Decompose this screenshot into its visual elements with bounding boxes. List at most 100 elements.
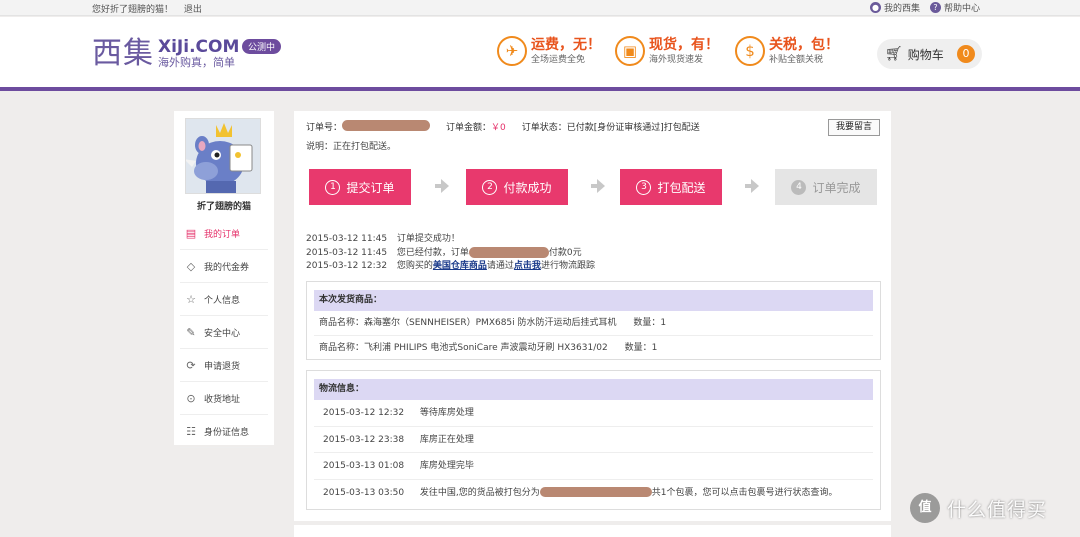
promo-title: 关税，包！ [769, 36, 839, 53]
product-quantity: 数量：1 [633, 318, 667, 328]
log-text: 订单提交成功！ [396, 234, 460, 244]
watermark: 值 什么值得买 [910, 493, 1047, 523]
log-text: 进行物流跟踪 [540, 261, 595, 271]
sidebar-item-my-orders[interactable]: ▤ 我的订单 [180, 217, 268, 250]
us-warehouse-link[interactable]: 美国仓库商品 [433, 261, 487, 271]
step-number: 2 [482, 179, 498, 195]
logistics-time: 2015-03-13 01:08 [323, 461, 405, 471]
logistics-row: 2015-03-12 23:38 库房正在处理 [314, 427, 873, 453]
id-card-icon: ☷ [186, 424, 196, 438]
shipment-title: 本次发货商品： [314, 290, 873, 311]
site-header: 西集 XiJi.COM 海外购真，简单 公测中 ✈ 运费，无！ 全场运费全免 ▣… [0, 17, 1080, 91]
my-xiji-link[interactable]: ● 我的西集 [869, 1, 920, 14]
logo-slogan: 海外购真，简单 [158, 56, 235, 69]
arrow-right-icon [745, 179, 759, 193]
document-icon: ▤ [185, 226, 197, 240]
site-logo[interactable]: 西集 XiJi.COM 海外购真，简单 公测中 [92, 36, 282, 71]
logistics-text: 等待库房处理 [419, 408, 474, 418]
sidebar-item-label: 我的代金券 [204, 262, 250, 273]
step-label: 订单完成 [812, 180, 861, 195]
sidebar-item-label: 个人信息 [204, 295, 241, 306]
log-line: 2015-03-12 11:45 订单提交成功！ [306, 233, 595, 247]
logistics-text: 发往中国,您的货品被打包分为 [419, 487, 540, 498]
order-number-label: 订单号： [306, 123, 343, 133]
logistics-time: 2015-03-12 23:38 [323, 434, 405, 445]
promo-free-shipping: ✈ 运费，无！ 全场运费全免 [497, 36, 601, 66]
location-pin-icon: ⊙ [186, 391, 196, 405]
help-link[interactable]: ? 帮助中心 [929, 1, 980, 14]
promo-title: 运费，无！ [531, 36, 601, 53]
logistics-text: 共1个包裹，您可以点击包裹号进行状态查询。 [651, 487, 838, 498]
log-text: 请通过 [486, 261, 514, 271]
order-note: 说明：正在打包配送。 [306, 142, 397, 152]
sidebar-item-address[interactable]: ⊙ 收货地址 [180, 382, 268, 415]
my-xiji-label: 我的西集 [883, 4, 920, 14]
greeting-text: 您好折了翅膀的猫！ [92, 5, 174, 15]
gift-box-icon: ▣ [615, 36, 645, 66]
avatar[interactable] [185, 118, 261, 194]
username: 折了翅膀的猫 [196, 202, 251, 212]
log-text: 您已经付款，订单 [396, 247, 469, 258]
leave-message-button[interactable]: 我要留言 [828, 119, 880, 136]
order-history-log: 2015-03-12 11:45 订单提交成功！ 2015-03-12 11:4… [306, 233, 595, 274]
shipment-item-row: 商品名称：森海塞尔（SENNHEISER）PMX685i 防水防汗运动后挂式耳机… [314, 311, 873, 336]
promo-sub: 全场运费全免 [531, 54, 586, 65]
log-line: 2015-03-12 12:32 您购买的美国仓库商品请通过点击我进行物流跟踪 [306, 260, 595, 274]
step-order-complete: 4 订单完成 [775, 169, 877, 205]
tag-icon: ◇ [186, 259, 196, 273]
promo-sub: 补贴全额关税 [769, 54, 824, 65]
beta-badge: 公测中 [242, 39, 282, 54]
shipment-item-row: 商品名称：飞利浦 PHILIPS 电池式SoniCare 声波震动牙刷 HX36… [314, 336, 873, 361]
sidebar-item-security[interactable]: ✎ 安全中心 [180, 316, 268, 349]
log-time: 2015-03-12 11:45 [306, 247, 388, 258]
step-number: 1 [325, 179, 341, 195]
star-icon: ☆ [186, 292, 196, 306]
sidebar-item-vouchers[interactable]: ◇ 我的代金券 [180, 250, 268, 283]
logistics-box: 物流信息： 2015-03-12 12:32 等待库房处理 2015-03-12… [306, 370, 881, 510]
order-amount-label: 订单金额： [446, 123, 492, 133]
sidebar-menu: ▤ 我的订单 ◇ 我的代金券 ☆ 个人信息 ✎ 安全中心 ⟳ 申请退货 ⊙ 收货… [180, 217, 268, 448]
logistics-text: 库房处理完毕 [419, 461, 474, 471]
next-panel-edge [294, 525, 891, 537]
step-packing-shipping: 3 打包配送 [620, 169, 722, 205]
sidebar-item-returns[interactable]: ⟳ 申请退货 [180, 349, 268, 382]
promo-in-stock: ▣ 现货，有！ 海外现货速发 [615, 36, 719, 66]
log-time: 2015-03-12 12:32 [306, 261, 388, 271]
order-status-value: 已付款[身份证审核通过]打包配送 [566, 123, 700, 133]
sidebar-item-personal-info[interactable]: ☆ 个人信息 [180, 283, 268, 316]
arrow-right-icon [591, 179, 605, 193]
log-time: 2015-03-12 11:45 [306, 234, 388, 244]
order-amount-value: ￥0 [491, 123, 506, 133]
arrow-right-icon [435, 179, 449, 193]
order-progress-steps: 1 提交订单 2 付款成功 3 打包配送 4 订单完成 [309, 169, 879, 205]
redacted-order-number [468, 246, 549, 258]
sidebar-item-id-card[interactable]: ☷ 身份证信息 [180, 415, 268, 448]
sidebar-item-label: 收货地址 [204, 394, 241, 405]
refresh-icon: ⟳ [186, 358, 196, 372]
logistics-row: 2015-03-13 03:50 发往中国,您的货品被打包分为 共1个包裹，您可以… [314, 480, 873, 507]
sidebar-item-label: 申请退货 [204, 361, 241, 372]
order-detail-panel: 订单号： 订单金额： ￥0 订单状态： 已付款[身份证审核通过]打包配送 我要留… [294, 111, 891, 521]
sidebar-item-label: 安全中心 [204, 328, 241, 339]
watermark-badge: 值 [910, 493, 940, 523]
order-status-label: 订单状态： [521, 123, 567, 133]
track-shipment-link[interactable]: 点击我 [514, 261, 541, 271]
logo-english: XiJi.COM [158, 37, 240, 57]
help-icon: ? [929, 2, 941, 13]
logout-link[interactable]: 退出 [184, 5, 202, 15]
step-payment-success: 2 付款成功 [466, 169, 568, 205]
redacted-package-number[interactable] [539, 487, 652, 497]
step-label: 付款成功 [503, 180, 552, 195]
cart-button[interactable]: 🛒︎ 购物车 0 [877, 39, 982, 69]
step-number: 3 [636, 179, 652, 195]
redacted-order-number [342, 120, 431, 131]
cart-icon: 🛒︎ [885, 46, 903, 62]
order-summary-row: 订单号： 订单金额： ￥0 订单状态： 已付款[身份证审核通过]打包配送 [306, 120, 700, 133]
log-text: 付款0元 [548, 247, 582, 258]
logo-chinese: 西集 [92, 36, 154, 71]
sidebar-item-label: 身份证信息 [204, 427, 250, 438]
logistics-row: 2015-03-13 01:08 库房处理完毕 [314, 453, 873, 480]
account-sidebar: 折了翅膀的猫 ▤ 我的订单 ◇ 我的代金券 ☆ 个人信息 ✎ 安全中心 ⟳ 申请… [174, 111, 274, 448]
logistics-text: 库房正在处理 [419, 434, 474, 445]
shipment-items-box: 本次发货商品： 商品名称：森海塞尔（SENNHEISER）PMX685i 防水防… [306, 281, 881, 360]
